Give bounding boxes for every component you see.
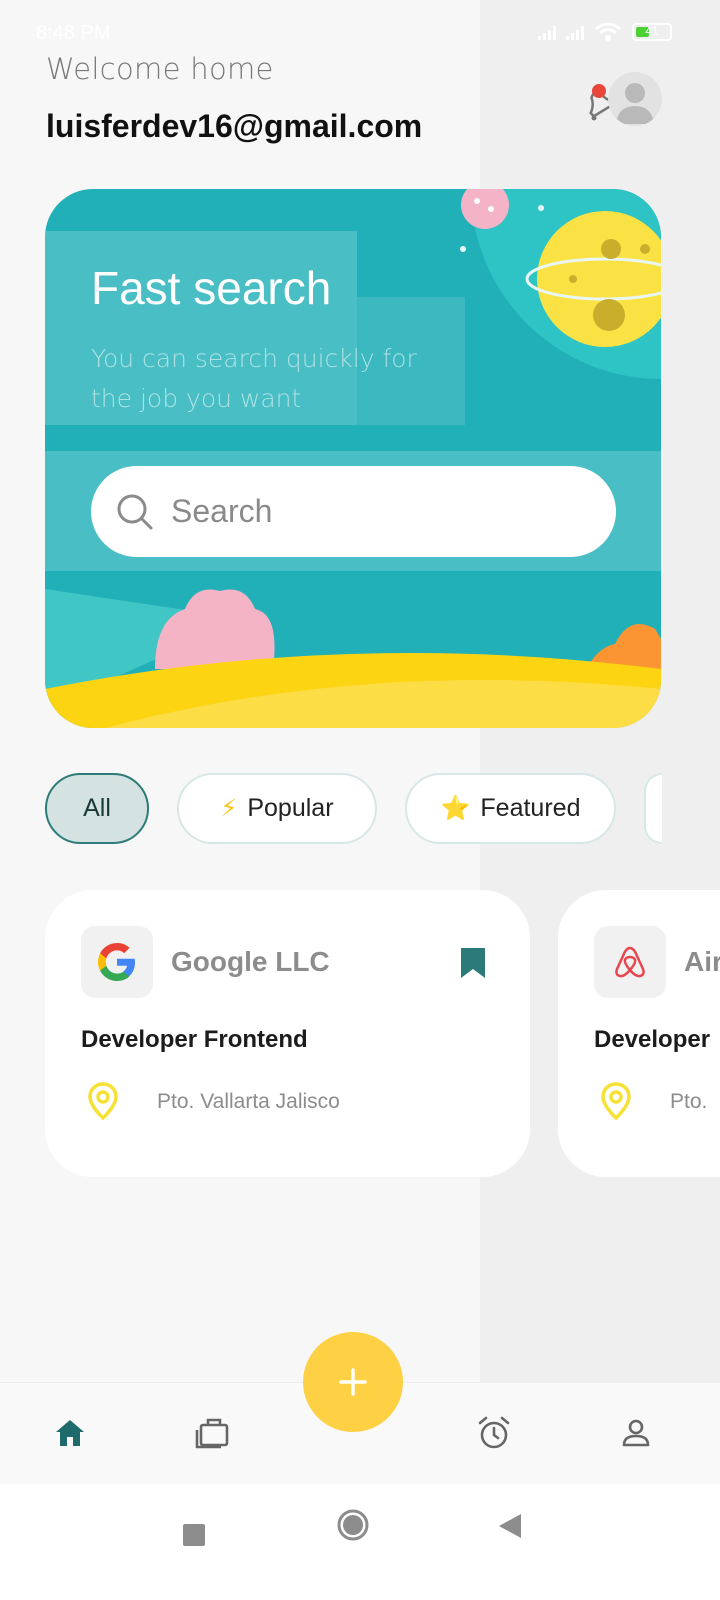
job-location: Pto. Vallarta Jalisco [157, 1090, 340, 1113]
nav-profile[interactable] [616, 1413, 656, 1453]
filter-chip-featured[interactable]: ⭐ Featured [405, 773, 616, 844]
search-placeholder: Search [171, 493, 273, 529]
nav-alarm[interactable] [474, 1413, 514, 1453]
company-name: Google LLC [171, 946, 330, 977]
company-name: Airbnb [684, 946, 720, 977]
user-icon [622, 1419, 650, 1447]
system-nav-bar [0, 1484, 720, 1600]
lightning-icon: ⚡ [220, 795, 238, 822]
user-email: luisferdev16@gmail.com [46, 108, 423, 144]
hero-title: Fast search [91, 262, 332, 314]
chip-label: All [83, 794, 111, 822]
welcome-text: Welcome home [46, 52, 274, 86]
alarm-icon [478, 1416, 510, 1449]
home-icon [56, 1420, 84, 1446]
company-logo [594, 926, 666, 998]
signal-icon [538, 24, 556, 40]
home-button-icon[interactable] [336, 1508, 370, 1542]
hero-card: Fast search You can search quickly for t… [45, 189, 661, 728]
bookmark-icon[interactable] [459, 946, 487, 980]
wifi-icon [595, 22, 621, 41]
filter-chip-all[interactable]: All [45, 773, 149, 844]
battery-level: 41 [645, 24, 659, 38]
battery-icon: 41 [632, 23, 672, 41]
chip-label: Featured [480, 794, 581, 822]
job-card[interactable]: Google LLC Developer Frontend Pto. Valla… [45, 890, 530, 1177]
plus-icon [339, 1368, 367, 1396]
location-pin-icon [601, 1082, 631, 1120]
star-icon: ⭐ [440, 795, 471, 822]
filter-chip-popular[interactable]: ⚡ Popular [177, 773, 377, 844]
status-icons: 41 [538, 22, 672, 42]
status-time: 8:48 PM [36, 22, 111, 44]
job-location: Pto. [670, 1090, 708, 1113]
notification-dot [592, 84, 606, 98]
company-logo [81, 926, 153, 998]
nav-jobs[interactable] [192, 1413, 232, 1453]
signal-icon [566, 24, 584, 40]
job-title: Developer [594, 1026, 711, 1053]
google-logo-icon [98, 943, 135, 981]
add-button[interactable] [303, 1332, 403, 1432]
nav-home[interactable] [50, 1413, 90, 1453]
avatar[interactable] [608, 72, 662, 126]
briefcase-icon [195, 1418, 229, 1449]
airbnb-logo-icon [615, 946, 645, 978]
recents-button-icon[interactable] [183, 1524, 205, 1546]
search-icon [117, 494, 153, 529]
hero-subtitle: You can search quickly for the job you w… [91, 344, 417, 413]
search-input[interactable]: Search [91, 466, 616, 557]
chip-label: Popular [247, 794, 334, 822]
job-title: Developer Frontend [81, 1026, 308, 1053]
back-button-icon[interactable] [499, 1514, 521, 1538]
job-card[interactable]: Airbnb Developer Pto. [558, 890, 720, 1177]
location-pin-icon [88, 1082, 118, 1120]
filter-chip-more[interactable] [644, 773, 662, 844]
